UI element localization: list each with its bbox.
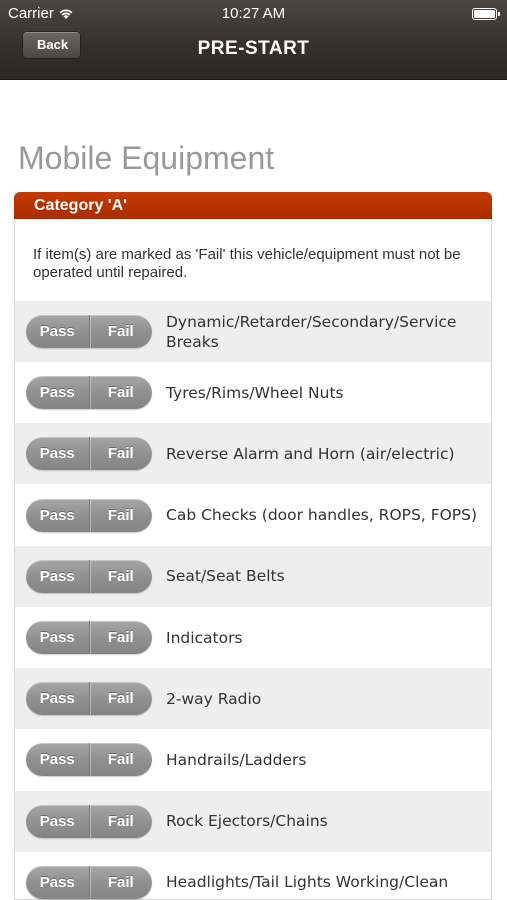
checklist-row: Pass Fail 2-way Radio — [15, 668, 491, 730]
fail-notice: If item(s) are marked as 'Fail' this veh… — [33, 246, 461, 281]
page-title: Mobile Equipment — [18, 140, 275, 176]
pass-button[interactable]: Pass — [26, 559, 90, 593]
checklist-row: Pass Fail Dynamic/Retarder/Secondary/Servi… — [15, 301, 491, 362]
fail-button[interactable]: Fail — [90, 560, 153, 593]
checklist-row: Pass Fail Headlights/Tail Lights Working/C… — [15, 852, 491, 900]
checklist-row: Pass Fail Seat/Seat Belts — [15, 545, 491, 607]
checklist-row: Pass Fail Cab Checks (door handles, ROPS, … — [15, 485, 491, 546]
pass-button[interactable]: Pass — [26, 376, 90, 410]
fail-button[interactable]: Fail — [90, 866, 153, 899]
checklist-row: Pass Fail Reverse Alarm and Horn (air/elec… — [15, 423, 491, 485]
status-bar: Carrier 10:27 AM — [0, 0, 507, 26]
checklist-item-label: Dynamic/Retarder/Secondary/Service Break… — [166, 312, 457, 351]
checklist-item-label: 2-way Radio — [166, 689, 262, 708]
fail-button[interactable]: Fail — [90, 682, 153, 715]
fail-button[interactable]: Fail — [90, 805, 153, 838]
pass-button[interactable]: Pass — [26, 315, 90, 348]
pass-button[interactable]: Pass — [26, 865, 90, 899]
checklist-row: Pass Fail Tyres/Rims/Wheel Nuts — [15, 362, 491, 423]
pass-fail-toggle[interactable]: Pass Fail — [26, 315, 152, 348]
checklist-item-label: Indicators — [166, 628, 243, 647]
pass-fail-toggle[interactable]: Pass Fail — [26, 743, 153, 777]
fail-button[interactable]: Fail — [90, 315, 153, 348]
checklist-row: Pass Fail Indicators — [15, 607, 491, 668]
checklist-item-label: Handrails/Ladders — [166, 750, 307, 769]
checklist-item-label: Rock Ejectors/Chains — [166, 812, 328, 831]
pass-fail-toggle[interactable]: Pass Fail — [26, 865, 153, 899]
clock: 10:27 AM — [221, 5, 286, 22]
pass-button[interactable]: Pass — [26, 743, 90, 777]
checklist-row: Pass Fail Handrails/Ladders — [15, 729, 491, 790]
checklist-item-label: Seat/Seat Belts — [166, 567, 285, 586]
pass-fail-toggle[interactable]: Pass Fail — [26, 559, 153, 593]
checklist-row: Pass Fail Rock Ejectors/Chains — [15, 790, 491, 852]
checklist-item-label: Tyres/Rims/Wheel Nuts — [166, 383, 344, 402]
pass-button[interactable]: Pass — [26, 682, 90, 716]
fail-button[interactable]: Fail — [90, 499, 153, 532]
nav-title: PRE-START — [197, 38, 310, 59]
pass-button[interactable]: Pass — [26, 498, 90, 532]
pass-fail-toggle[interactable]: Pass Fail — [26, 498, 153, 532]
fail-button[interactable]: Fail — [90, 743, 153, 776]
pass-button[interactable]: Pass — [26, 804, 90, 838]
pass-fail-toggle[interactable]: Pass Fail — [26, 804, 153, 838]
battery-icon — [472, 8, 500, 20]
fail-button[interactable]: Fail — [90, 376, 153, 409]
category-header: Category 'A' — [14, 192, 492, 219]
fail-button[interactable]: Fail — [90, 437, 153, 470]
pass-fail-toggle[interactable]: Pass Fail — [26, 437, 153, 471]
fail-button[interactable]: Fail — [90, 621, 153, 654]
pass-button[interactable]: Pass — [26, 621, 90, 654]
pass-button[interactable]: Pass — [26, 437, 90, 471]
pass-fail-toggle[interactable]: Pass Fail — [26, 376, 153, 410]
navigation-bar: Carrier 10:27 AM Back PRE-START — [0, 0, 507, 80]
pass-fail-toggle[interactable]: Pass Fail — [26, 621, 152, 654]
pass-fail-toggle[interactable]: Pass Fail — [26, 682, 153, 716]
checklist-item-label: Cab Checks (door handles, ROPS, FOPS) — [166, 506, 478, 525]
checklist-item-label: Headlights/Tail Lights Working/Clean — [166, 873, 449, 892]
checklist-item-label: Reverse Alarm and Horn (air/electric) — [166, 444, 455, 463]
